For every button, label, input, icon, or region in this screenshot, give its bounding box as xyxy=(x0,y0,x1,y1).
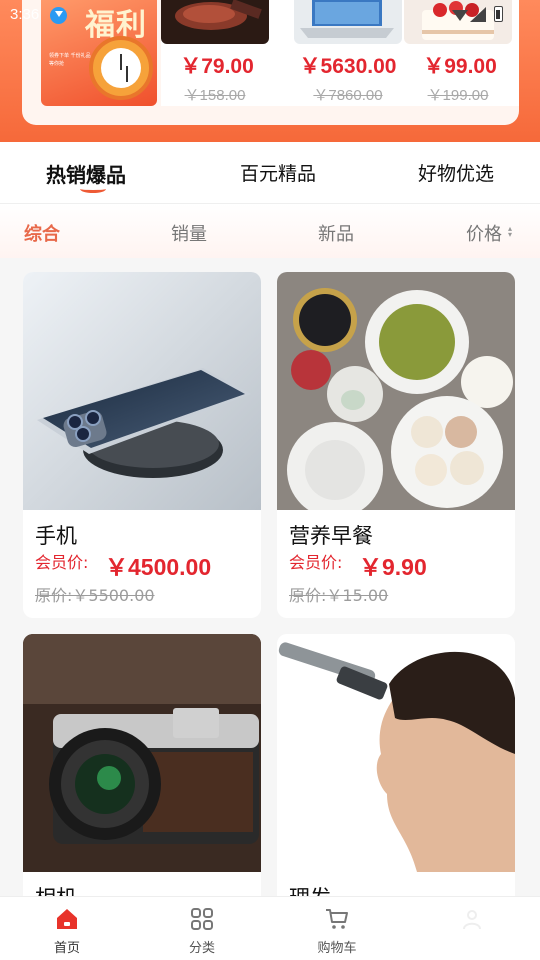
member-price-label: 会员价: xyxy=(35,553,89,572)
grid-icon xyxy=(191,908,213,930)
cart-icon xyxy=(326,909,348,929)
product-title: 营养早餐 xyxy=(289,524,373,548)
user-icon xyxy=(463,910,481,930)
sort-sales[interactable]: 销量 xyxy=(171,220,207,246)
wifi-icon xyxy=(452,10,468,21)
alarm-clock-icon xyxy=(89,36,153,100)
nav-cart[interactable]: 购物车 xyxy=(297,897,377,960)
tab-active-indicator xyxy=(80,185,106,193)
tab-hot[interactable]: 热销爆品 xyxy=(46,159,126,188)
breakfast-image xyxy=(277,272,515,518)
status-time: 3:36 xyxy=(10,6,40,23)
tab-selected[interactable]: 好物优选 xyxy=(418,159,494,186)
promo-original-price: ￥199.00 xyxy=(427,87,489,104)
battery-icon xyxy=(494,6,503,22)
download-icon xyxy=(50,7,67,24)
promo-price: ￥99.00 xyxy=(423,55,497,78)
sort-price[interactable]: 价格 xyxy=(466,220,502,246)
original-price: 原价:￥5500.00 xyxy=(35,586,155,605)
product-card[interactable]: 手机 会员价: ￥4500.00 原价:￥5500.00 xyxy=(23,272,261,618)
member-price: ￥4500.00 xyxy=(105,554,212,580)
sort-arrows-icon: ▴ ▾ xyxy=(508,224,513,239)
phone-image xyxy=(23,272,261,510)
nav-profile[interactable] xyxy=(432,897,512,960)
haircut-image xyxy=(277,634,515,872)
nav-label: 首页 xyxy=(53,941,80,956)
promo-original-price: ￥158.00 xyxy=(184,87,246,104)
product-card[interactable]: 营养早餐 会员价: ￥9.90 原价:￥15.00 xyxy=(277,272,515,618)
product-card[interactable]: 理发 xyxy=(277,634,515,914)
product-title: 手机 xyxy=(35,524,77,548)
sort-comprehensive[interactable]: 综合 xyxy=(24,220,60,246)
home-icon xyxy=(57,909,77,929)
tab-hundred[interactable]: 百元精品 xyxy=(240,159,316,186)
sort-new[interactable]: 新品 xyxy=(318,220,354,246)
promo-price: ￥79.00 xyxy=(180,55,254,78)
product-card[interactable]: 相机 xyxy=(23,634,261,914)
member-price-label: 会员价: xyxy=(289,553,343,572)
status-bar: 3:36 xyxy=(0,0,540,30)
bottom-nav: 首页 分类 购物车 xyxy=(0,896,540,960)
promo-price: ￥5630.00 xyxy=(299,55,397,78)
member-price: ￥9.90 xyxy=(359,554,427,580)
nav-label: 分类 xyxy=(188,941,215,956)
signal-icon xyxy=(470,7,486,22)
nav-category[interactable]: 分类 xyxy=(162,897,242,960)
original-price: 原价:￥15.00 xyxy=(289,586,389,605)
sort-bar: 综合 销量 新品 价格 xyxy=(0,204,540,258)
promo-original-price: ￥7860.00 xyxy=(313,87,383,104)
nav-home[interactable]: 首页 xyxy=(27,897,107,960)
category-tabs: 热销爆品 百元精品 好物优选 xyxy=(0,142,540,204)
nav-label: 购物车 xyxy=(317,941,357,956)
camera-image xyxy=(23,634,261,872)
